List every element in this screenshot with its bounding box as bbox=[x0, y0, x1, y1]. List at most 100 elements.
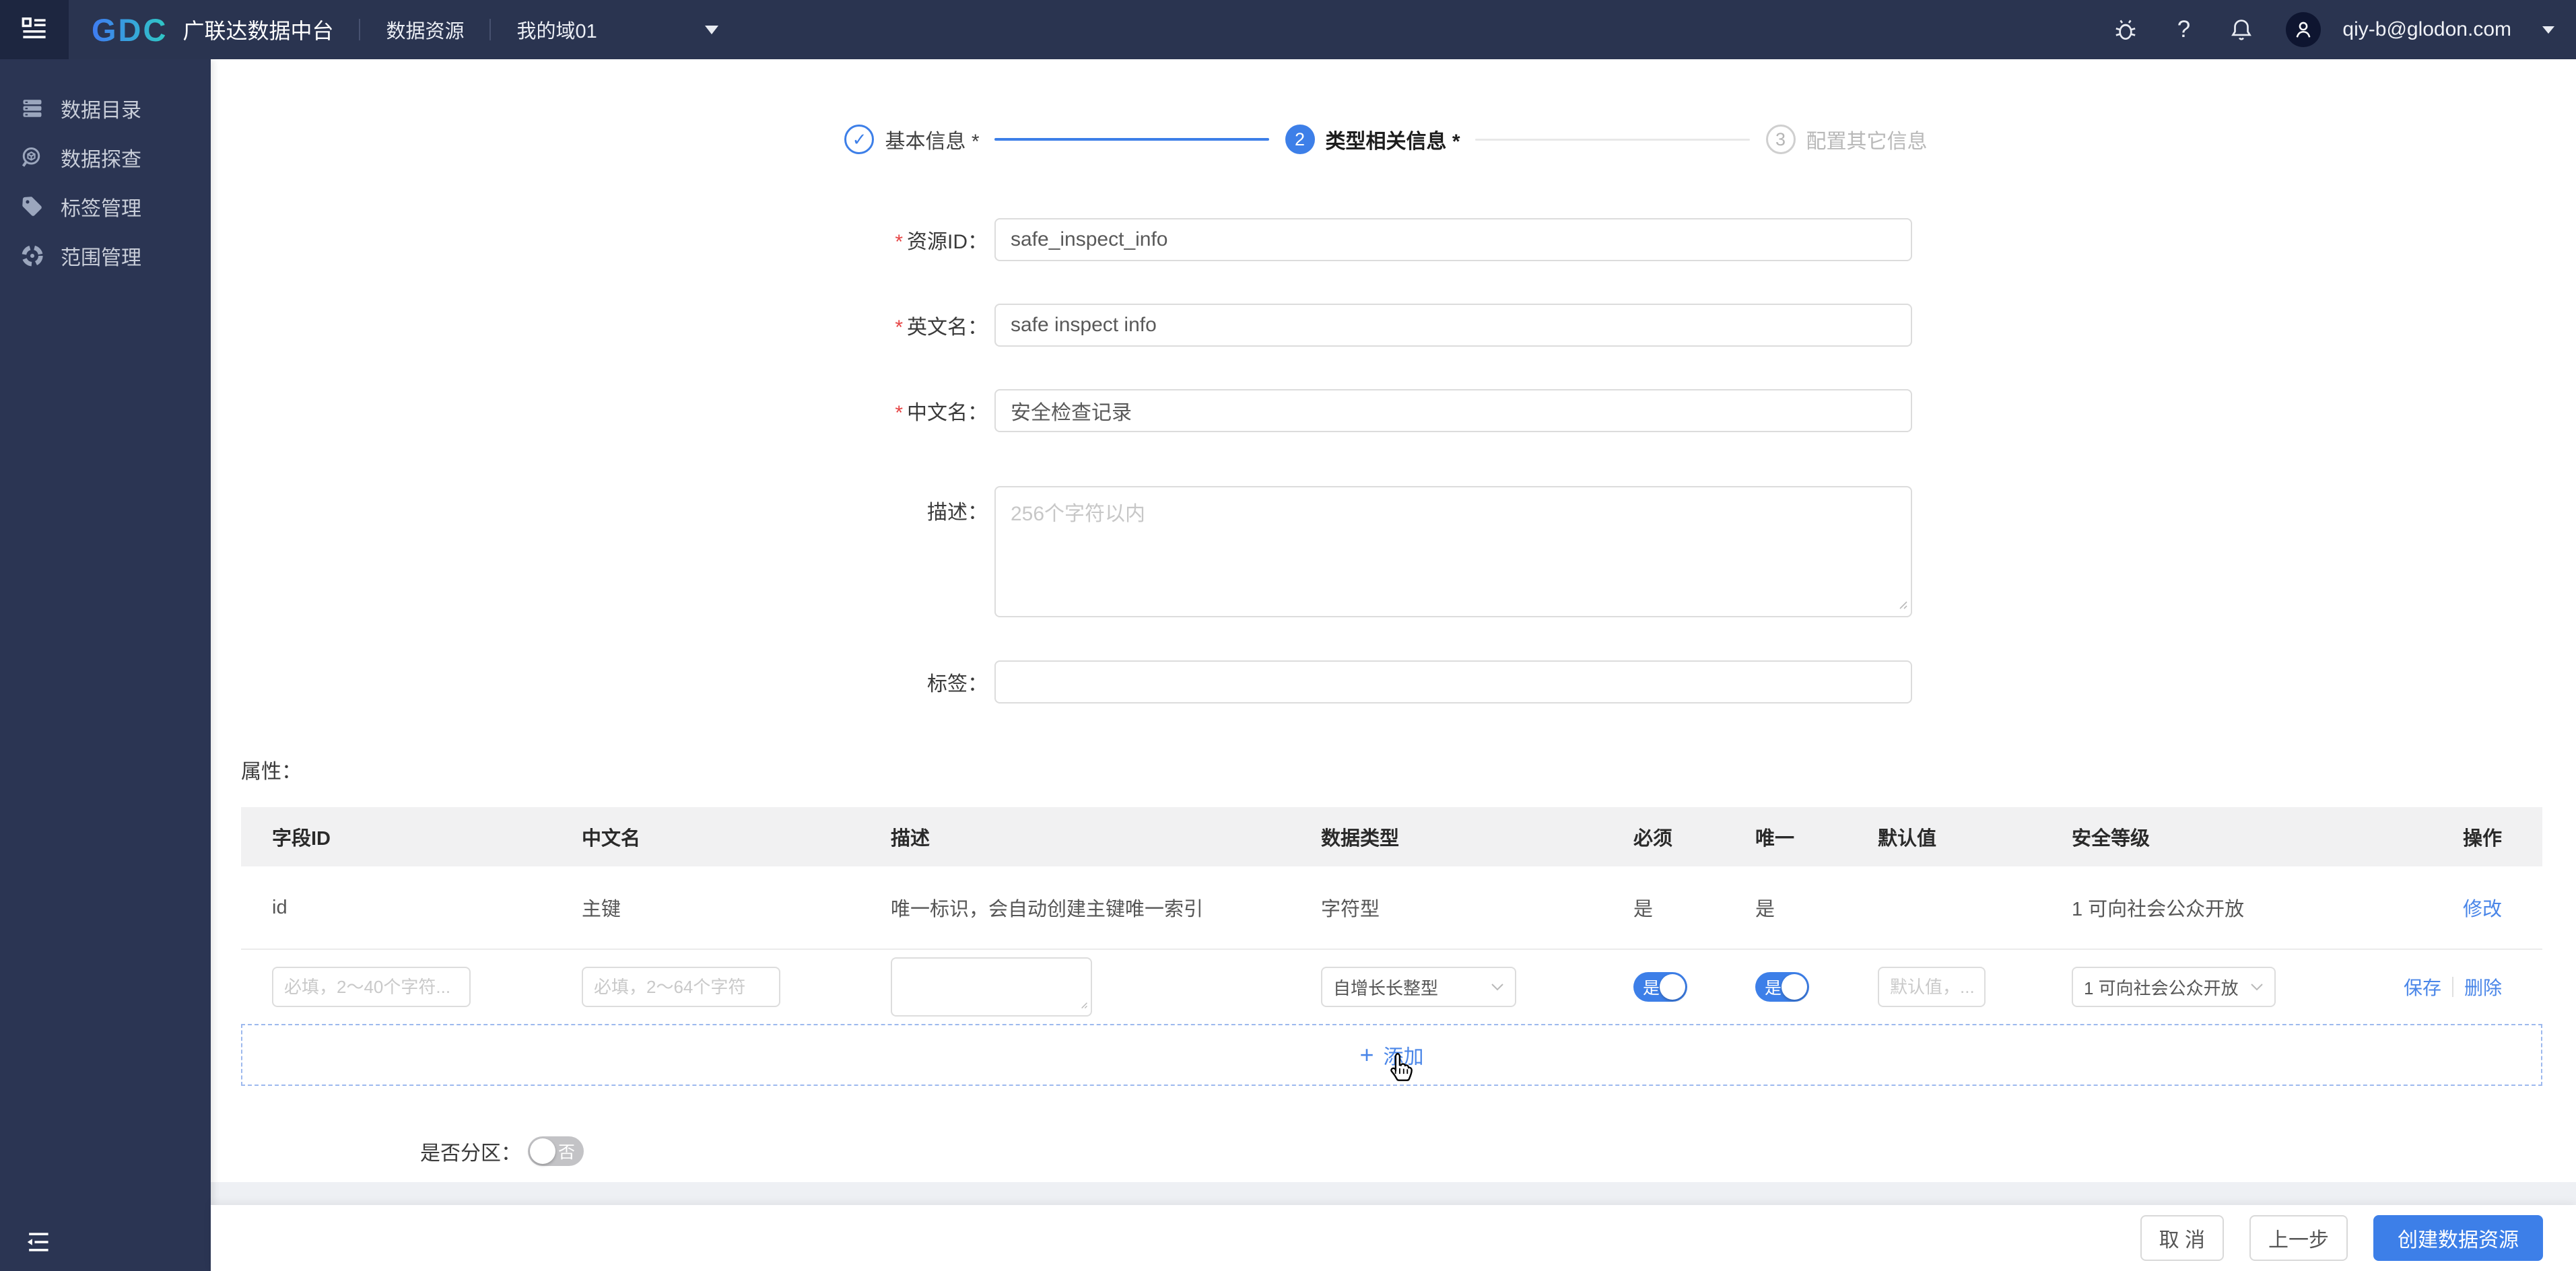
col-header-default: 默认值 bbox=[1878, 828, 1937, 850]
toggle-knob bbox=[530, 1138, 555, 1164]
user-avatar[interactable] bbox=[2286, 12, 2321, 47]
add-field-button[interactable]: + 添加 bbox=[241, 1024, 2542, 1086]
apps-grid-icon[interactable] bbox=[22, 16, 47, 44]
topbar-right: ? qiy-b@glodon.com bbox=[2112, 12, 2576, 47]
user-menu-chevron-icon[interactable] bbox=[2542, 26, 2554, 34]
cell-data-type: 字符型 bbox=[1321, 899, 1380, 920]
add-field-label: 添加 bbox=[1383, 1046, 1424, 1068]
attributes-section-label: 属性： bbox=[241, 761, 302, 783]
sidebar-item-label: 数据目录 bbox=[61, 99, 141, 122]
sidebar-item-scope-management[interactable]: 范围管理 bbox=[0, 231, 211, 280]
col-header-data-type: 数据类型 bbox=[1321, 828, 1400, 850]
table-row-id: id 主键 唯一标识，会自动创建主键唯一索引 字符型 是 是 1 可向社会公众开… bbox=[241, 866, 2542, 950]
sidebar-collapse-icon[interactable] bbox=[24, 1231, 50, 1253]
resource-id-label: * 资源ID： bbox=[895, 231, 988, 253]
sidebar-item-label: 数据探查 bbox=[61, 148, 141, 171]
col-header-unique: 唯一 bbox=[1755, 828, 1795, 850]
form-row-tag: 标签： bbox=[211, 660, 2576, 703]
footer-actions: 取 消 上一步 创建数据资源 bbox=[211, 1205, 2576, 1271]
scope-icon bbox=[20, 244, 44, 268]
editor-security-level-value: 1 可向社会公众开放 bbox=[2084, 977, 2239, 998]
sidebar-item-label: 范围管理 bbox=[61, 246, 141, 269]
step-connector-done bbox=[994, 138, 1269, 141]
step-2-number: 2 bbox=[1294, 129, 1306, 149]
step-3-indicator[interactable]: 3 bbox=[1765, 125, 1796, 154]
data-catalog-icon bbox=[20, 96, 44, 121]
partition-row: 是否分区： 否 bbox=[420, 1136, 2576, 1166]
required-asterisk: * bbox=[895, 402, 903, 424]
cell-required: 是 bbox=[1633, 899, 1654, 920]
en-name-input[interactable] bbox=[994, 304, 1912, 347]
tag-input[interactable] bbox=[994, 660, 1912, 703]
sidebar-item-data-catalog[interactable]: 数据目录 bbox=[0, 83, 211, 133]
editor-data-type-select[interactable]: 自增长长整型 bbox=[1321, 967, 1516, 1007]
editor-required-toggle[interactable]: 是 bbox=[1633, 972, 1687, 1002]
cn-name-label: * 中文名： bbox=[895, 402, 988, 424]
previous-step-button[interactable]: 上一步 bbox=[2249, 1215, 2348, 1261]
col-header-security-level: 安全等级 bbox=[2072, 828, 2150, 850]
delete-row-link[interactable]: 删除 bbox=[2464, 973, 2502, 1000]
topbar-nav-data-resource[interactable]: 数据资源 bbox=[386, 15, 464, 44]
help-icon[interactable]: ? bbox=[2170, 16, 2197, 43]
cell-field-id: id bbox=[272, 896, 287, 918]
cell-security-level: 1 可向社会公众开放 bbox=[2072, 899, 2245, 920]
col-header-cn-name: 中文名 bbox=[582, 828, 641, 850]
resource-id-input[interactable] bbox=[994, 218, 1912, 261]
edit-row-link[interactable]: 修改 bbox=[2463, 899, 2502, 920]
editor-cn-name-input[interactable] bbox=[582, 967, 780, 1007]
tag-icon bbox=[20, 195, 44, 219]
step-3-number: 3 bbox=[1775, 129, 1786, 149]
toggle-label: 是 bbox=[1643, 979, 1660, 998]
chevron-down-icon bbox=[2251, 984, 2263, 991]
topbar-divider bbox=[359, 19, 361, 40]
resize-grip-icon[interactable] bbox=[1896, 598, 1908, 613]
step-2-label: 类型相关信息 * bbox=[1325, 131, 1460, 153]
domain-selector-value: 我的域01 bbox=[516, 21, 597, 42]
topbar: GDC 广联达数据中台 数据资源 我的域01 ? qiy-b@glodon.co… bbox=[0, 0, 2576, 59]
col-header-actions: 操作 bbox=[2462, 828, 2502, 850]
plus-icon: + bbox=[1359, 1041, 1374, 1068]
editor-description-textarea[interactable] bbox=[891, 957, 1092, 1017]
save-row-link[interactable]: 保存 bbox=[2404, 973, 2441, 1000]
app-window: GDC 广联达数据中台 数据资源 我的域01 ? qiy-b@glodon.co… bbox=[0, 0, 2576, 1271]
sidebar-item-data-explore[interactable]: 数据探查 bbox=[0, 133, 211, 182]
create-data-resource-button[interactable]: 创建数据资源 bbox=[2373, 1215, 2543, 1261]
bug-report-icon[interactable] bbox=[2112, 16, 2139, 43]
step-1-indicator[interactable]: ✓ bbox=[844, 125, 875, 154]
step-1-label: 基本信息 * bbox=[885, 131, 980, 153]
data-explore-icon bbox=[20, 145, 44, 170]
cancel-button[interactable]: 取 消 bbox=[2140, 1215, 2224, 1261]
notifications-bell-icon[interactable] bbox=[2228, 16, 2255, 43]
tag-label: 标签： bbox=[927, 673, 988, 695]
toggle-knob bbox=[1660, 974, 1685, 1000]
table-editor-row: 自增长长整型 是 是 bbox=[241, 950, 2542, 1024]
chevron-down-icon bbox=[705, 25, 719, 34]
user-email[interactable]: qiy-b@glodon.com bbox=[2342, 18, 2511, 41]
editor-default-value-input[interactable] bbox=[1878, 967, 1986, 1007]
step-connector-todo bbox=[1475, 138, 1750, 141]
sidebar-item-tag-management[interactable]: 标签管理 bbox=[0, 182, 211, 231]
cn-name-input[interactable] bbox=[994, 389, 1912, 432]
domain-selector[interactable]: 我的域01 bbox=[516, 15, 719, 44]
topbar-corner bbox=[0, 0, 69, 59]
step-2-indicator[interactable]: 2 bbox=[1285, 125, 1315, 154]
resize-grip-icon[interactable] bbox=[1079, 1000, 1088, 1012]
product-name: 广联达数据中台 bbox=[182, 19, 334, 43]
step-3-label: 配置其它信息 bbox=[1806, 131, 1928, 153]
col-header-description: 描述 bbox=[891, 828, 930, 850]
partition-toggle[interactable]: 否 bbox=[528, 1136, 584, 1166]
cell-cn-name: 主键 bbox=[582, 899, 621, 920]
table-header-row: 字段ID 中文名 描述 数据类型 必须 唯一 默认值 安全等级 操作 bbox=[241, 807, 2542, 866]
editor-unique-toggle[interactable]: 是 bbox=[1755, 972, 1809, 1002]
partition-label: 是否分区： bbox=[420, 1142, 521, 1165]
editor-security-level-select[interactable]: 1 可向社会公众开放 bbox=[2072, 967, 2276, 1007]
description-textarea[interactable] bbox=[994, 486, 1912, 617]
form-row-cn-name: * 中文名： bbox=[211, 389, 2576, 432]
main-content: ✓ 基本信息 * 2 类型相关信息 * 3 配置其它信息 *资源ID： *英文名… bbox=[211, 59, 2576, 1182]
description-label: 描述： bbox=[927, 502, 988, 524]
required-asterisk: * bbox=[895, 231, 903, 253]
form-row-en-name: * 英文名： bbox=[211, 304, 2576, 347]
editor-field-id-input[interactable] bbox=[272, 967, 471, 1007]
action-separator bbox=[2452, 977, 2453, 997]
type-info-form: *资源ID： *英文名： *中文名： 描述： bbox=[211, 154, 2576, 703]
